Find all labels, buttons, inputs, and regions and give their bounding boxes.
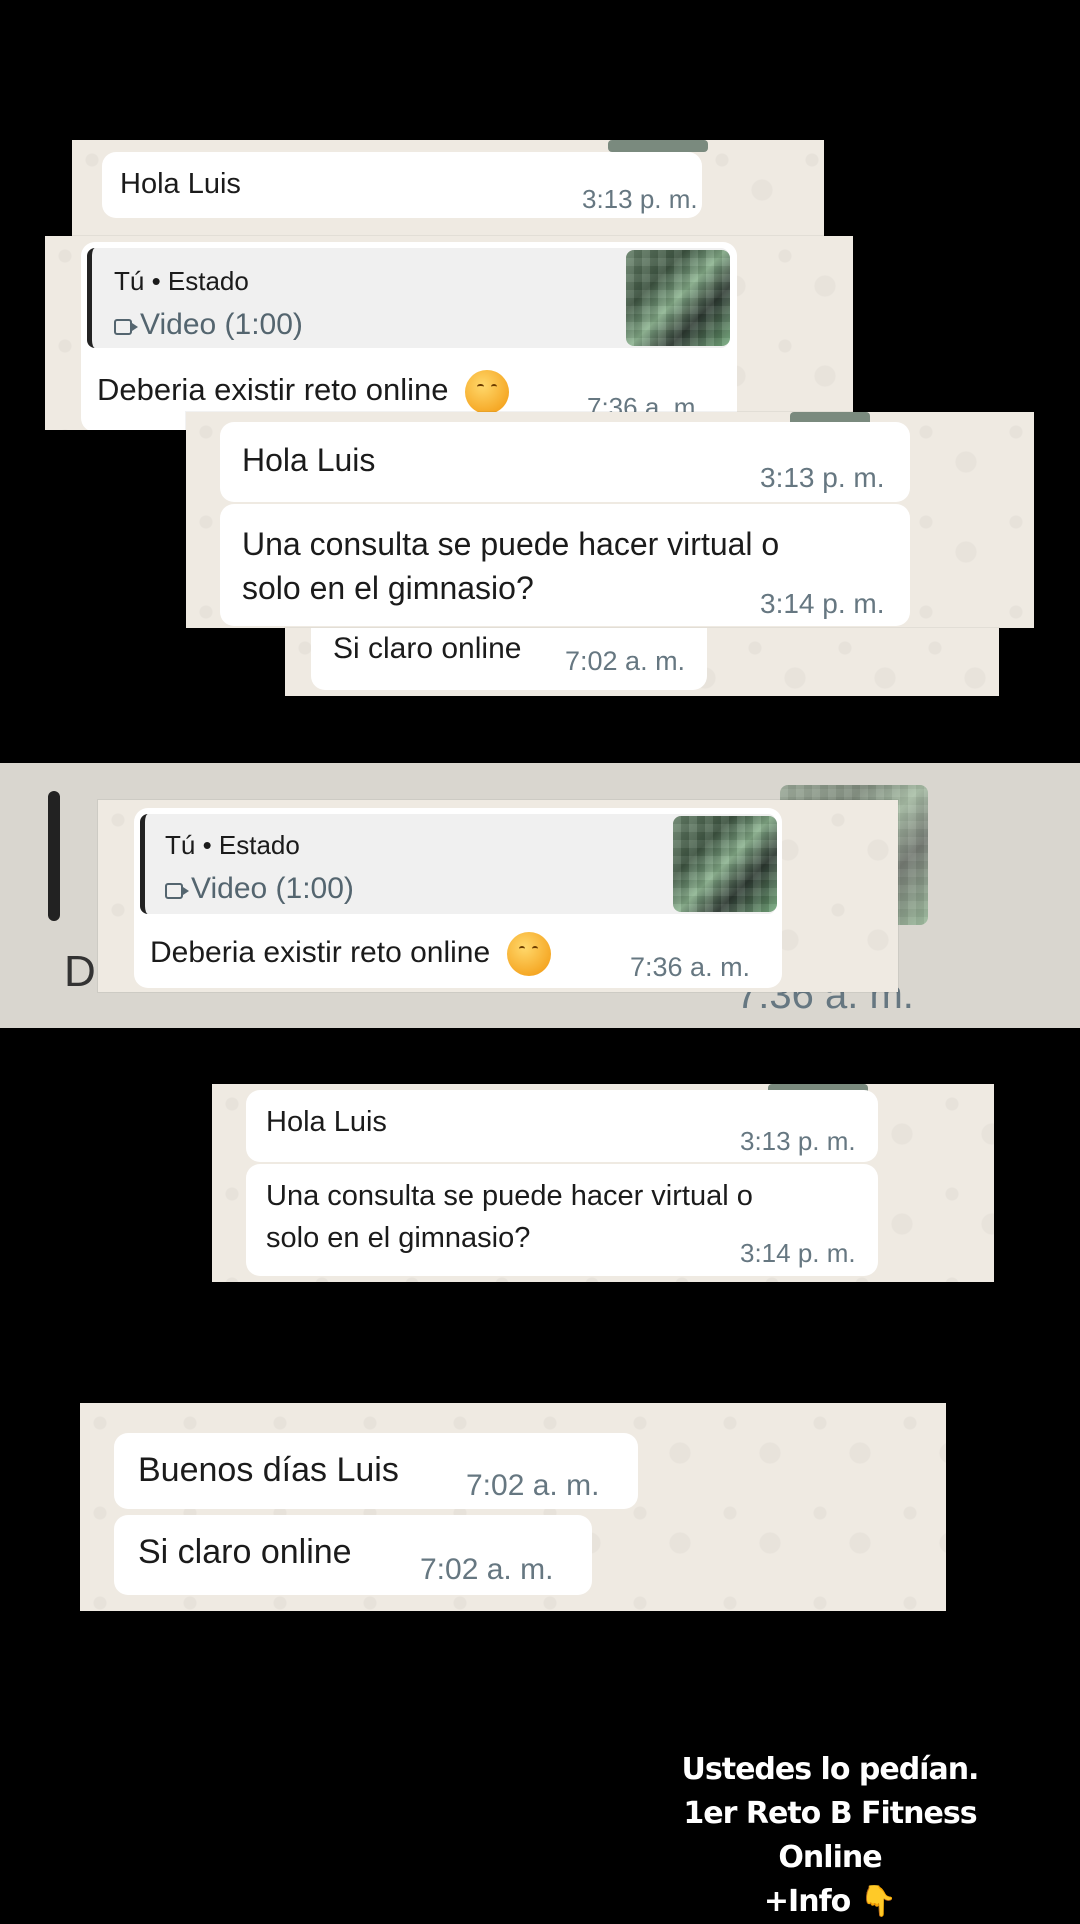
chat-panel-question: Hola Luis 3:13 p. m. Una consulta se pue… <box>212 1084 994 1282</box>
message-time: 3:13 p. m. <box>582 184 698 214</box>
chat-panel-small: Si claro online 7:02 a. m. <box>285 628 999 696</box>
message-text: Si claro online <box>333 632 522 665</box>
message-time: 3:14 p. m. <box>760 588 885 619</box>
quote-author: Tú • Estado <box>165 830 300 860</box>
quote-media-label: Video (1:00) <box>140 308 303 341</box>
caption-line-2: 1er Reto B Fitness Online <box>683 1796 977 1875</box>
message-text-line2: solo en el gimnasio? <box>242 570 534 606</box>
message-bubble[interactable]: Si claro online 7:02 a. m. <box>311 628 707 690</box>
message-text: Buenos días Luis <box>138 1451 399 1489</box>
reply-bubble[interactable]: Tú • Estado Video (1:00) Deberia existir… <box>134 808 782 988</box>
message-time: 7:02 a. m. <box>420 1553 554 1586</box>
reply-text: Deberia existir reto online <box>97 370 510 414</box>
quote-bar-bg <box>48 791 60 921</box>
message-text-line1: Una consulta se puede hacer virtual o <box>242 526 780 562</box>
message-text: Hola Luis <box>120 168 241 200</box>
caption-line-3: +Info 👇 <box>650 1880 1010 1924</box>
media-bar <box>608 140 708 152</box>
message-time: 3:14 p. m. <box>740 1238 856 1268</box>
message-bubble[interactable]: Una consulta se puede hacer virtual o so… <box>246 1164 878 1276</box>
message-text-line1: Una consulta se puede hacer virtual o <box>266 1180 753 1212</box>
quote-author: Tú • Estado <box>114 266 249 296</box>
message-time: 7:02 a. m. <box>466 1469 600 1502</box>
bg-letter: D <box>64 947 96 996</box>
video-thumbnail[interactable] <box>626 250 730 346</box>
video-icon <box>165 883 189 899</box>
message-bubble[interactable]: Una consulta se puede hacer virtual o so… <box>220 504 910 626</box>
message-text-line2: solo en el gimnasio? <box>266 1222 531 1254</box>
promo-caption: Ustedes lo pedían. 1er Reto B Fitness On… <box>650 1748 1010 1924</box>
reply-text-content: Deberia existir reto online <box>150 935 491 969</box>
message-bubble[interactable]: Buenos días Luis 7:02 a. m. <box>114 1433 638 1509</box>
chat-panel-reply: Tú • Estado Video (1:00) Deberia existir… <box>45 236 853 430</box>
quoted-status[interactable]: Tú • Estado Video (1:00) <box>87 248 730 348</box>
pointing-down-icon: 👇 <box>859 1884 897 1919</box>
quote-media: Video (1:00) <box>114 308 303 342</box>
giggle-emoji-icon <box>506 932 551 976</box>
message-time: 3:13 p. m. <box>760 462 885 493</box>
message-text: Hola Luis <box>242 442 376 478</box>
message-bubble[interactable]: Hola Luis 3:13 p. m. <box>220 422 910 502</box>
message-text: Hola Luis <box>266 1106 387 1138</box>
caption-info: +Info <box>763 1884 851 1919</box>
reply-text-content: Deberia existir reto online <box>97 372 449 408</box>
message-text: Si claro online <box>138 1533 352 1571</box>
chat-panel-zoomed-fg: Tú • Estado Video (1:00) Deberia existir… <box>98 800 898 992</box>
quote-media: Video (1:00) <box>165 872 354 906</box>
quoted-status[interactable]: Tú • Estado Video (1:00) <box>140 814 777 914</box>
chat-panel-middle: Hola Luis 3:13 p. m. Una consulta se pue… <box>186 412 1034 628</box>
reply-time: 7:36 a. m. <box>630 952 751 982</box>
chat-panel-answer: Buenos días Luis 7:02 a. m. Si claro onl… <box>80 1403 946 1611</box>
caption-line-1: Ustedes lo pedían. <box>681 1752 980 1787</box>
reply-text: Deberia existir reto online <box>150 932 551 976</box>
message-time: 7:02 a. m. <box>565 646 686 676</box>
chat-panel-top: Hola Luis 3:13 p. m. <box>72 140 824 240</box>
message-bubble[interactable]: Si claro online 7:02 a. m. <box>114 1515 592 1595</box>
reply-bubble[interactable]: Tú • Estado Video (1:00) Deberia existir… <box>81 242 737 430</box>
quote-media-label: Video (1:00) <box>191 872 354 905</box>
video-thumbnail[interactable] <box>673 816 777 912</box>
message-bubble[interactable]: Hola Luis 3:13 p. m. <box>246 1090 878 1162</box>
message-time: 3:13 p. m. <box>740 1126 856 1156</box>
giggle-emoji-icon <box>465 370 510 414</box>
video-icon <box>114 319 138 335</box>
message-bubble[interactable]: Hola Luis 3:13 p. m. <box>102 152 702 218</box>
